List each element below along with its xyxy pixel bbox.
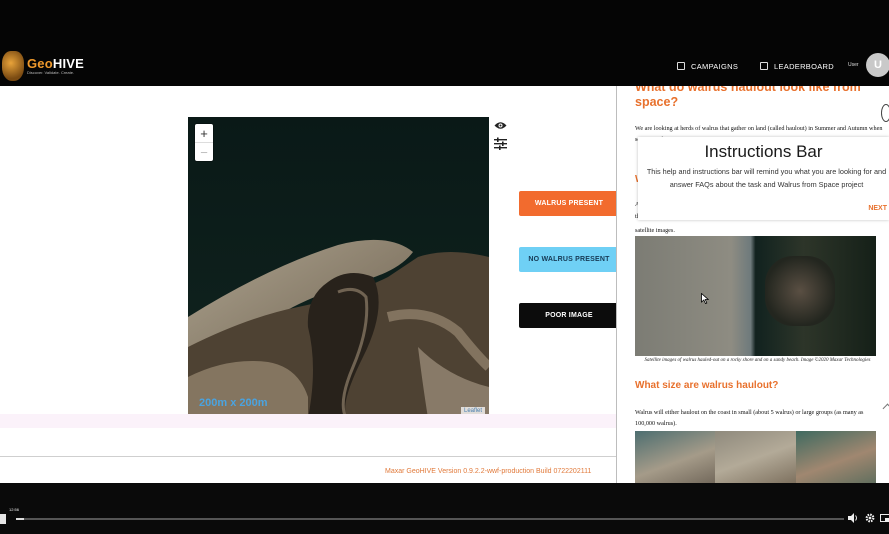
nav-leaderboard-label: LEADERBOARD (774, 61, 834, 71)
highlight-strip (0, 414, 616, 428)
logo-mark (2, 51, 24, 81)
version-footer: Maxar GeoHIVE Version 0.9.2.2-wwf-produc… (385, 468, 592, 475)
campaigns-icon (677, 62, 685, 70)
walrus-satellite-image (635, 236, 876, 356)
help-icon[interactable] (881, 104, 889, 122)
tune-icon[interactable] (494, 137, 507, 150)
zoom-out-button[interactable]: − (195, 142, 213, 161)
nav-campaigns-label: CAMPAIGNS (691, 61, 739, 71)
walrus-present-button[interactable]: WALRUS PRESENT (519, 191, 619, 216)
eye-icon[interactable] (494, 121, 507, 130)
leaderboard-icon (760, 62, 768, 70)
user-label: User (848, 62, 859, 68)
size-heading: What size are walrus haulout? (635, 380, 779, 391)
avatar[interactable]: U (866, 53, 889, 77)
next-button[interactable]: NEXT (868, 205, 887, 212)
mouse-cursor-icon (701, 293, 709, 304)
walrus-group-images (635, 431, 876, 483)
settings-gear-icon[interactable] (865, 513, 875, 523)
no-walrus-button[interactable]: NO WALRUS PRESENT (519, 247, 619, 272)
video-progress-bar[interactable] (16, 518, 844, 520)
footer-divider (0, 456, 616, 457)
volume-icon[interactable] (848, 513, 859, 523)
instructions-popup: Instructions Bar This help and instructi… (638, 137, 889, 220)
map-imagery (188, 117, 489, 418)
instructions-title: Instructions Bar (704, 142, 823, 161)
logo-title: GeoHIVE (27, 56, 85, 71)
geohive-logo[interactable]: GeoHIVE Discover. Validate. Create. (0, 50, 84, 82)
video-time: 12:56 (9, 507, 20, 512)
poor-image-button[interactable]: POOR IMAGE (519, 303, 619, 328)
zoom-control: + − (195, 124, 213, 161)
play-icon[interactable] (0, 514, 6, 524)
satellite-map[interactable] (188, 117, 489, 418)
video-controls (0, 483, 889, 534)
panel-satellite-line: satellite images. (635, 227, 675, 234)
zoom-in-button[interactable]: + (195, 124, 213, 142)
panel-heading: What do walrus haulout look like from sp… (635, 86, 861, 109)
size-text: Walrus will either haulout on the coast … (635, 409, 864, 427)
logo-tagline: Discover. Validate. Create. (27, 70, 75, 75)
nav-leaderboard[interactable]: LEADERBOARD (760, 58, 834, 74)
map-scale-label: 200m x 200m (199, 397, 268, 409)
video-progress-fill (16, 518, 25, 520)
image-caption: Satellite images of walrus hauled-out on… (644, 358, 871, 363)
fullscreen-icon[interactable] (880, 513, 889, 523)
top-bar (0, 0, 889, 86)
nav-campaigns[interactable]: CAMPAIGNS (677, 58, 738, 74)
instructions-body: This help and instructions bar will remi… (646, 167, 887, 189)
